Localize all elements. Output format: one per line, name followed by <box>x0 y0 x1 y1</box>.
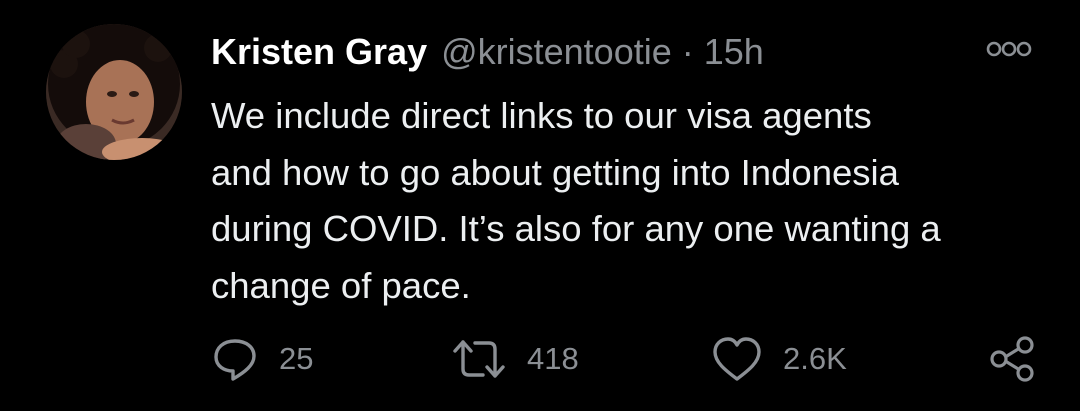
tweet-text-line: during COVID. It’s also for any one want… <box>211 208 941 249</box>
reply-button[interactable]: 25 <box>211 334 313 384</box>
retweet-icon <box>453 340 505 378</box>
avatar-image <box>46 24 182 160</box>
like-count: 2.6K <box>783 341 847 376</box>
timestamp[interactable]: 15h <box>704 30 764 74</box>
author-name[interactable]: Kristen Gray <box>211 30 427 74</box>
action-bar: 25 418 2.6K <box>211 334 1041 384</box>
heart-icon <box>713 337 761 381</box>
share-button[interactable] <box>989 334 1035 384</box>
author-handle[interactable]: @kristentootie <box>441 30 672 74</box>
reply-icon <box>214 339 256 381</box>
tweet-text: We include direct links to our visa agen… <box>211 88 1051 314</box>
tweet: Kristen Gray @kristentootie · 15h We inc… <box>0 0 1080 411</box>
tweet-header: Kristen Gray @kristentootie · 15h <box>211 30 764 74</box>
tweet-text-line: change of pace. <box>211 264 471 306</box>
avatar[interactable] <box>46 24 182 160</box>
tweet-text-line: We include direct links to our visa agen… <box>211 95 872 136</box>
tweet-text-line: and how to go about getting into Indones… <box>211 151 899 193</box>
retweet-count: 418 <box>527 341 579 376</box>
reply-count: 25 <box>279 341 314 376</box>
share-icon <box>990 336 1034 382</box>
retweet-button[interactable]: 418 <box>451 334 579 384</box>
separator-dot: · <box>681 31 694 72</box>
like-button[interactable]: 2.6K <box>711 334 847 384</box>
more-options-icon <box>986 41 1032 57</box>
more-options-button[interactable] <box>986 38 1032 60</box>
